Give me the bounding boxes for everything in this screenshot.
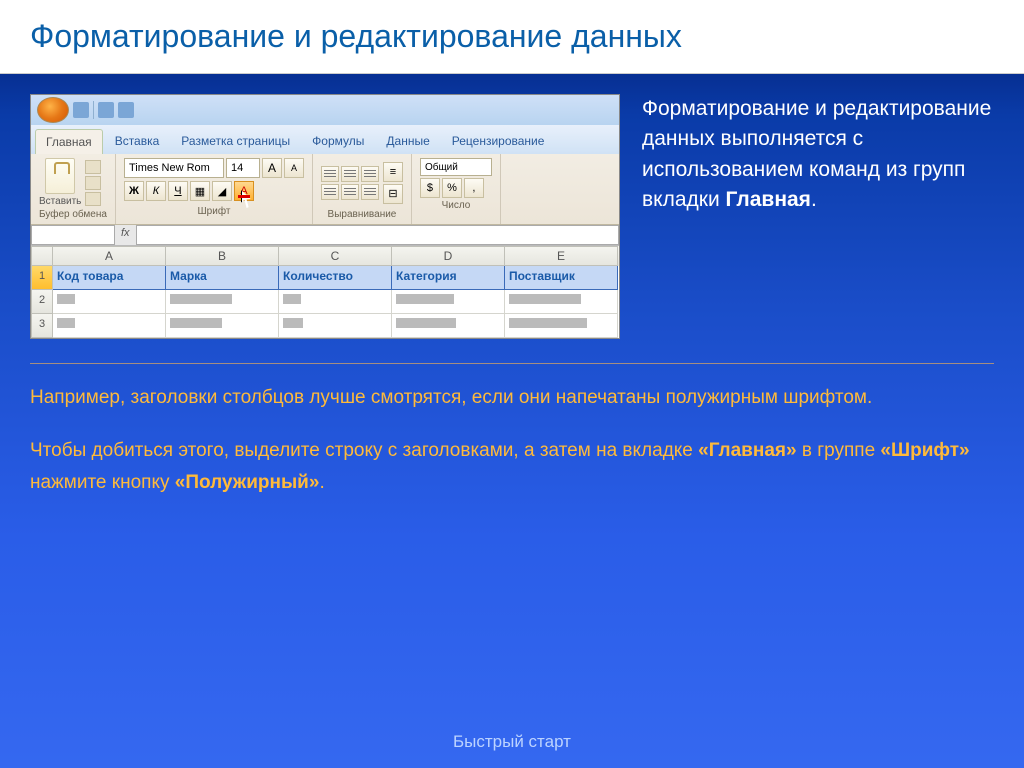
font-name-select[interactable]: Times New Rom [124,158,224,178]
col-header[interactable]: D [392,246,505,266]
align-top-center-icon[interactable] [341,166,359,182]
undo-icon[interactable] [98,102,114,118]
group-label-font: Шрифт [124,204,304,219]
italic-button[interactable]: К [146,181,166,201]
underline-button[interactable]: Ч [168,181,188,201]
comma-icon[interactable]: , [464,178,484,198]
cell[interactable] [166,290,279,314]
col-header[interactable]: A [53,246,166,266]
cell[interactable]: Поставщик [505,266,618,290]
col-header[interactable]: E [505,246,618,266]
spreadsheet: A B C D E 1 Код товара Марка Количество … [31,246,619,338]
align-left-icon[interactable] [321,184,339,200]
col-header[interactable]: C [279,246,392,266]
group-alignment: ≡ ⊟ Выравнивание [313,154,412,224]
title-bar: Форматирование и редактирование данных [0,0,1024,74]
footer-text: Быстрый старт [0,732,1024,752]
number-format-select[interactable]: Общий [420,158,492,176]
cell[interactable] [53,290,166,314]
shrink-font-icon[interactable]: A [284,158,304,178]
percent-icon[interactable]: % [442,178,462,198]
row-header[interactable]: 1 [31,266,53,290]
divider [30,363,994,364]
side-description: Форматирование и редактирование данных в… [642,94,994,339]
formula-input[interactable] [136,225,619,245]
fill-color-icon[interactable]: ◢ [212,181,232,201]
tab-home[interactable]: Главная [35,129,103,154]
currency-icon[interactable]: $ [420,178,440,198]
wrap-text-icon[interactable]: ≡ [383,162,403,182]
cell[interactable] [505,314,618,338]
cell[interactable] [392,290,505,314]
bold-button[interactable]: Ж [124,181,144,201]
merge-icon[interactable]: ⊟ [383,184,403,204]
cell[interactable]: Количество [279,266,392,290]
cell[interactable] [53,314,166,338]
group-font: Times New Rom 14 A A Ж К Ч ▦ ◢ A [116,154,313,224]
cell[interactable] [279,290,392,314]
fx-icon[interactable]: fx [115,225,136,245]
tab-layout[interactable]: Разметка страницы [171,129,300,154]
format-painter-icon[interactable] [85,192,101,206]
formula-bar: fx [31,225,619,246]
group-number: Общий $ % , Число [412,154,501,224]
cell[interactable] [505,290,618,314]
office-button-icon[interactable] [37,97,69,123]
slide-content: Главная Вставка Разметка страницы Формул… [0,74,1024,518]
tab-insert[interactable]: Вставка [105,129,170,154]
group-clipboard: Вставить Буфер обмена [31,154,116,224]
paste-label: Вставить [39,196,81,207]
group-label-align: Выравнивание [321,207,403,222]
borders-icon[interactable]: ▦ [190,181,210,201]
col-header[interactable]: B [166,246,279,266]
group-label-number: Число [420,198,492,213]
table-row: 1 Код товара Марка Количество Категория … [31,266,619,290]
align-right-icon[interactable] [361,184,379,200]
bottom-description: Например, заголовки столбцов лучше смотр… [30,382,994,498]
table-row: 3 [31,314,619,338]
row-header[interactable]: 3 [31,314,53,338]
column-headers: A B C D E [31,246,619,266]
select-all-corner[interactable] [31,246,53,266]
ribbon: Вставить Буфер обмена Times New Rom [31,154,619,225]
cell[interactable]: Категория [392,266,505,290]
name-box[interactable] [31,225,115,245]
tab-review[interactable]: Рецензирование [442,129,555,154]
excel-screenshot: Главная Вставка Разметка страницы Формул… [30,94,620,339]
row-header[interactable]: 2 [31,290,53,314]
save-icon[interactable] [73,102,89,118]
copy-icon[interactable] [85,176,101,190]
quick-access-toolbar [31,95,619,125]
font-color-button[interactable]: A [234,181,254,201]
group-label-clipboard: Буфер обмена [39,207,107,222]
cell[interactable] [279,314,392,338]
cut-icon[interactable] [85,160,101,174]
table-row: 2 [31,290,619,314]
paragraph: Чтобы добиться этого, выделите строку с … [30,435,994,498]
page-title: Форматирование и редактирование данных [30,18,994,55]
font-size-select[interactable]: 14 [226,158,260,178]
paragraph: Например, заголовки столбцов лучше смотр… [30,382,994,413]
ribbon-tabs: Главная Вставка Разметка страницы Формул… [31,125,619,154]
tab-data[interactable]: Данные [376,129,439,154]
paste-icon[interactable] [45,158,75,194]
grow-font-icon[interactable]: A [262,158,282,178]
tab-formulas[interactable]: Формулы [302,129,374,154]
cell[interactable]: Код товара [53,266,166,290]
cell[interactable] [392,314,505,338]
align-top-left-icon[interactable] [321,166,339,182]
align-top-right-icon[interactable] [361,166,379,182]
align-center-icon[interactable] [341,184,359,200]
redo-icon[interactable] [118,102,134,118]
cell[interactable] [166,314,279,338]
cell[interactable]: Марка [166,266,279,290]
